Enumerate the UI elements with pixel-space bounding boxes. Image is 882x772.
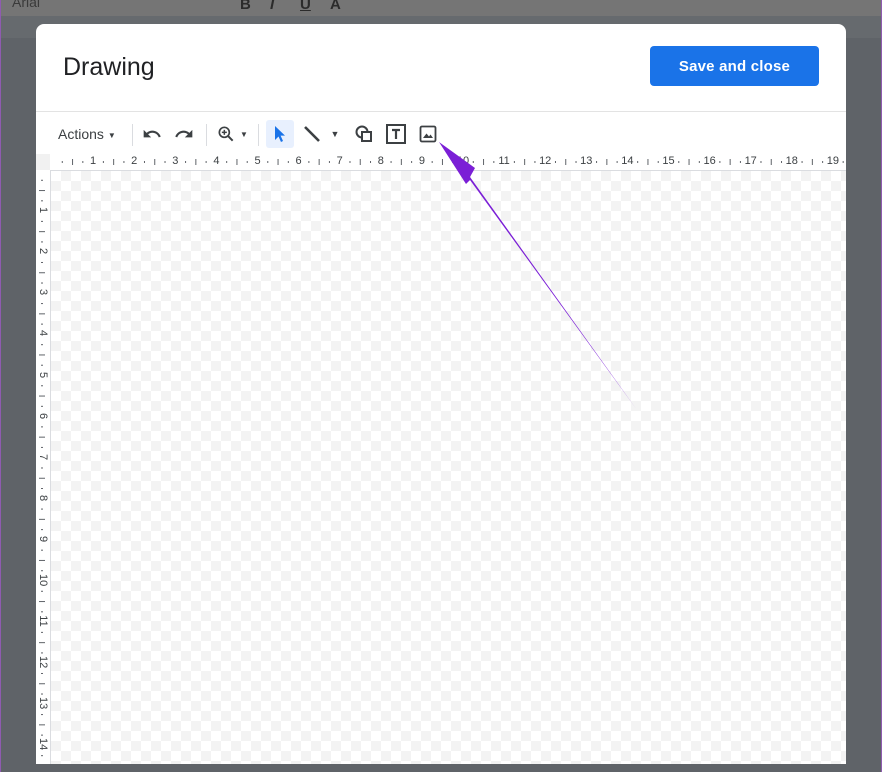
undo-icon	[143, 129, 161, 138]
ruler-number: 9	[37, 535, 49, 542]
text-box-button[interactable]	[384, 122, 408, 146]
ruler-number: 8	[377, 155, 384, 167]
insert-image-button[interactable]	[416, 122, 440, 146]
ruler-number: 1	[37, 207, 49, 214]
chevron-down-icon: ▼	[240, 129, 248, 139]
ruler-number: 10	[37, 574, 49, 587]
ruler-number: 6	[295, 155, 302, 167]
chevron-down-icon: ▼	[330, 129, 340, 139]
save-and-close-button[interactable]: Save and close	[650, 46, 819, 86]
chevron-down-icon: ▼	[107, 130, 116, 140]
drawing-toolbar: Actions ▼ ▼ ▼	[36, 116, 846, 152]
horizontal-ruler: 1 2 3 4 5 6 7 8 9 10 11 12 13 14 15 16 17 18 19	[50, 154, 846, 171]
ruler-number: 14	[621, 155, 634, 167]
ruler-number: 12	[539, 155, 552, 167]
text-box-icon	[386, 124, 406, 144]
horizontal-ruler-ticks	[61, 159, 844, 165]
line-icon	[304, 126, 320, 142]
actions-menu[interactable]: Actions ▼	[58, 122, 116, 146]
ruler-number: 7	[37, 453, 49, 460]
frame-border-left	[0, 0, 1, 772]
ruler-number: 16	[703, 155, 716, 167]
ruler-number: 5	[254, 155, 261, 167]
ruler-number: 5	[37, 371, 49, 378]
toolbar-divider	[206, 124, 207, 146]
line-tool-dropdown[interactable]: ▼	[328, 122, 342, 146]
ruler-number: 18	[785, 155, 798, 167]
redo-icon	[175, 129, 193, 138]
ruler-number: 12	[37, 656, 49, 669]
ruler-number: 15	[662, 155, 675, 167]
dialog-title: Drawing	[63, 53, 155, 81]
ruler-number: 10	[456, 155, 470, 167]
header-divider	[36, 111, 846, 112]
ruler-number: 17	[744, 155, 757, 167]
vertical-ruler: 1 2 3 4 5 6 7 8 9 10 11 12 13 14	[36, 170, 51, 764]
line-tool-button[interactable]	[300, 122, 324, 146]
select-arrow-icon	[275, 126, 285, 142]
image-icon	[419, 125, 437, 143]
ruler-number: 7	[336, 155, 343, 167]
ruler-number: 3	[37, 289, 49, 296]
toolbar-divider	[258, 124, 259, 146]
redo-button[interactable]	[172, 122, 196, 146]
ruler-number: 1	[90, 155, 97, 167]
ruler-number: 13	[37, 697, 49, 710]
italic-icon: I	[270, 0, 275, 13]
actions-menu-label: Actions	[58, 126, 104, 142]
ruler-number: 8	[37, 494, 49, 501]
ruler-number: 3	[172, 155, 179, 167]
zoom-icon	[218, 126, 234, 142]
ruler-number: 13	[580, 155, 593, 167]
shape-tool-button[interactable]	[352, 122, 376, 146]
ruler-number: 4	[213, 155, 220, 167]
vertical-ruler-ticks	[39, 179, 45, 757]
ruler-number: 2	[37, 248, 49, 255]
ruler-corner	[36, 154, 50, 170]
ruler-number: 11	[37, 615, 49, 627]
select-tool-button[interactable]	[266, 120, 294, 148]
ruler-number: 14	[37, 738, 49, 751]
ruler-number: 19	[826, 155, 840, 167]
text-color-icon: A	[330, 0, 341, 13]
drawing-dialog: Drawing Save and close Actions ▼ ▼ ▼ 1 2…	[36, 24, 846, 764]
zoom-button[interactable]: ▼	[214, 122, 250, 146]
bold-icon: B	[240, 0, 251, 13]
undo-button[interactable]	[140, 122, 164, 146]
ruler-number: 2	[131, 155, 138, 167]
ruler-number: 11	[498, 155, 510, 167]
ruler-number: 6	[37, 412, 49, 419]
drawing-canvas[interactable]	[51, 171, 846, 764]
shape-icon	[355, 125, 372, 142]
ruler-number: 4	[37, 330, 49, 337]
ruler-number: 9	[418, 155, 425, 167]
toolbar-divider	[132, 124, 133, 146]
underline-icon: U	[300, 0, 311, 13]
font-name-dropdown: Arial	[12, 0, 41, 10]
